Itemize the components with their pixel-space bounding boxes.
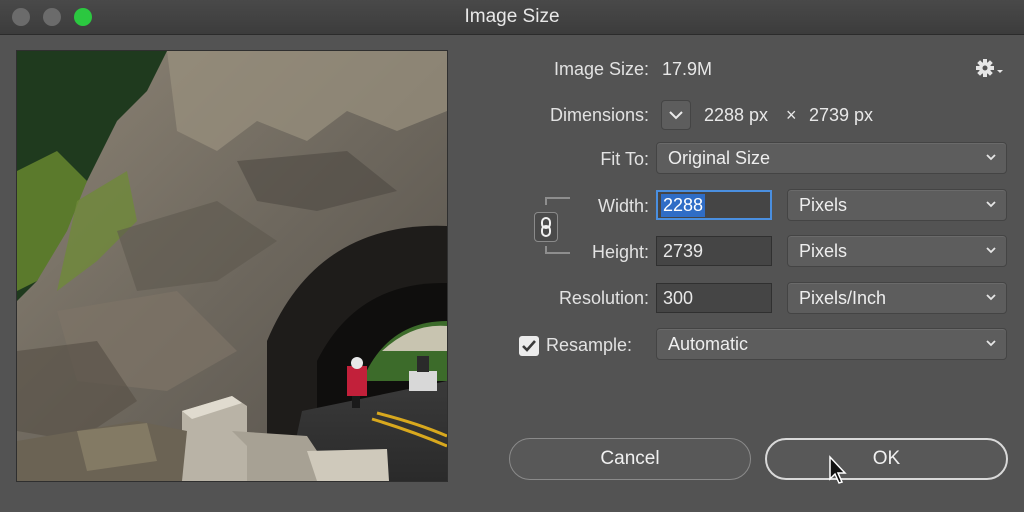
ok-button[interactable]: OK — [765, 438, 1008, 480]
fit-to-select[interactable]: Original Size — [656, 142, 1007, 174]
chevron-down-icon — [986, 294, 996, 301]
window-title: Image Size — [464, 6, 560, 27]
chevron-down-icon — [997, 70, 1003, 73]
dimensions-width-value: 2288 px — [704, 105, 769, 125]
dimensions-separator: × — [786, 105, 797, 125]
fit-to-value: Original Size — [668, 148, 771, 168]
image-size-value: 17.9M — [662, 59, 713, 79]
width-input-value: 2288 — [661, 194, 706, 217]
chevron-down-icon — [986, 154, 996, 161]
image-preview[interactable] — [16, 50, 448, 482]
width-label: Width: — [597, 196, 649, 216]
resample-method-value: Automatic — [668, 334, 749, 354]
dimensions-label: Dimensions: — [549, 105, 649, 125]
width-unit-select[interactable]: Pixels — [787, 189, 1007, 221]
dimensions-height-value: 2739 px — [809, 105, 874, 125]
mouse-cursor-icon — [829, 455, 847, 484]
resolution-unit-select[interactable]: Pixels/Inch — [787, 282, 1007, 314]
width-input[interactable]: 2288 — [656, 190, 772, 220]
height-input-value: 2739 — [663, 241, 704, 261]
title-bar: Image Size — [0, 0, 1024, 35]
chevron-down-icon — [986, 201, 996, 208]
image-size-label: Image Size: — [553, 59, 649, 79]
chevron-down-icon — [986, 247, 996, 254]
width-unit-value: Pixels — [799, 195, 848, 215]
resample-checkbox[interactable] — [519, 336, 539, 356]
chevron-down-icon — [986, 340, 996, 347]
resolution-label: Resolution: — [558, 288, 649, 308]
resample-label[interactable]: Resample: — [546, 335, 632, 356]
chain-link-icon — [541, 217, 551, 237]
settings-gear-button[interactable] — [974, 56, 1004, 82]
height-unit-value: Pixels — [799, 241, 848, 261]
checkmark-icon — [522, 340, 536, 352]
resolution-input-value: 300 — [663, 288, 694, 308]
height-unit-select[interactable]: Pixels — [787, 235, 1007, 267]
chevron-down-icon — [669, 111, 683, 120]
resample-method-select[interactable]: Automatic — [656, 328, 1007, 360]
preview-photo — [17, 51, 447, 481]
dimensions-units-button[interactable] — [661, 100, 691, 130]
gear-icon — [976, 59, 1003, 77]
height-input[interactable]: 2739 — [656, 236, 772, 266]
image-size-dialog: Image Size Image Size: 17.9M Dimensions:… — [0, 0, 1024, 512]
fit-to-label: Fit To: — [600, 149, 649, 169]
height-label: Height: — [591, 242, 649, 262]
resolution-unit-value: Pixels/Inch — [799, 288, 887, 308]
cancel-button[interactable]: Cancel — [509, 438, 751, 480]
resolution-input[interactable]: 300 — [656, 283, 772, 313]
